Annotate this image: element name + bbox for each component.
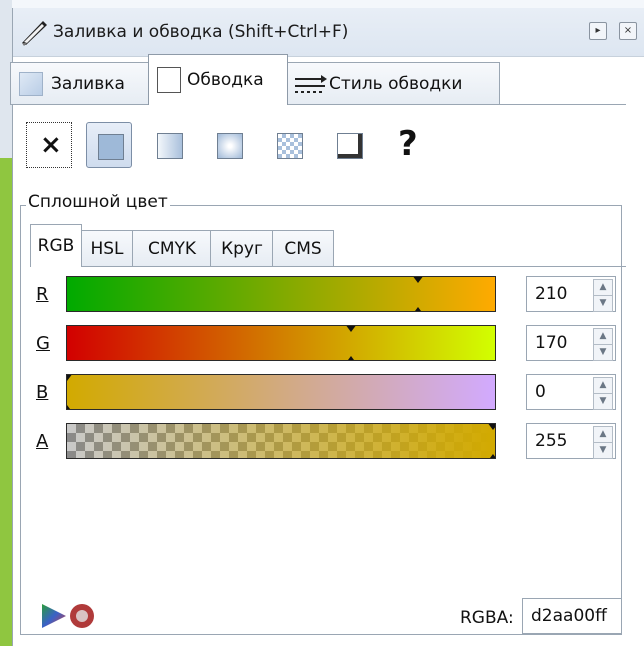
- menu-button[interactable]: ▸: [589, 22, 607, 40]
- rgba-input[interactable]: d2aa00ff: [522, 598, 622, 634]
- green-spinbox[interactable]: 170 ▲ ▼: [526, 325, 616, 361]
- radial-gradient-icon: [217, 133, 243, 159]
- spin-down-icon[interactable]: ▼: [593, 393, 613, 410]
- channel-value: 0: [535, 382, 546, 402]
- red-slider[interactable]: [66, 276, 496, 312]
- background-canvas: [0, 158, 12, 646]
- pattern-button[interactable]: [266, 122, 312, 168]
- channel-row-a: A 255 ▲ ▼: [36, 423, 616, 463]
- channel-row-g: G 170 ▲ ▼: [36, 325, 616, 365]
- alpha-spinbox[interactable]: 255 ▲ ▼: [526, 423, 616, 459]
- tab-divider: [10, 104, 626, 105]
- out-of-gamut-icon: [70, 604, 94, 628]
- channel-value: 170: [535, 333, 568, 353]
- linear-gradient-icon: [157, 133, 183, 159]
- fill-tab-icon: [19, 72, 43, 96]
- tab-label: Заливка: [51, 74, 125, 94]
- no-paint-button[interactable]: ×: [26, 122, 72, 168]
- marker-bottom-icon: [412, 307, 424, 311]
- channel-label: B: [36, 382, 49, 403]
- tab-wheel[interactable]: Круг: [210, 230, 274, 267]
- flat-color-icon: [98, 134, 124, 160]
- fill-stroke-icon: [22, 21, 47, 46]
- stroke-style-icon: [295, 75, 327, 93]
- channel-value: 255: [535, 431, 568, 451]
- window-title: Заливка и обводка (Shift+Ctrl+F): [53, 22, 349, 42]
- color-managed-icon: [42, 604, 66, 628]
- channel-label: A: [36, 431, 49, 452]
- swatch-button[interactable]: [326, 122, 372, 168]
- tab-cmyk[interactable]: CMYK: [132, 230, 212, 267]
- channel-row-r: R 210 ▲ ▼: [36, 276, 616, 316]
- spin-up-icon[interactable]: ▲: [593, 279, 613, 296]
- tab-fill[interactable]: Заливка: [10, 62, 150, 105]
- marker-top-icon: [412, 277, 424, 283]
- marker-bottom-icon: [345, 356, 357, 360]
- marker-top-icon: [345, 326, 357, 332]
- color-model-tabs: RGB HSL CMYK Круг CMS: [30, 224, 430, 268]
- rgba-label: RGBA:: [460, 608, 514, 628]
- red-spinbox[interactable]: 210 ▲ ▼: [526, 276, 616, 312]
- section-title: Сплошной цвет: [26, 192, 170, 212]
- channel-label: G: [36, 333, 50, 354]
- unset-paint-button[interactable]: ?: [386, 122, 432, 168]
- green-slider[interactable]: [66, 325, 496, 361]
- tab-stroke-paint[interactable]: Обводка: [148, 54, 288, 105]
- marker-top-icon: [487, 424, 495, 430]
- marker-bottom-icon: [487, 454, 495, 458]
- blue-slider[interactable]: [66, 374, 496, 410]
- tab-rgb[interactable]: RGB: [30, 224, 82, 267]
- unset-paint-icon: ?: [398, 124, 418, 164]
- alpha-slider[interactable]: [66, 423, 496, 459]
- spin-down-icon[interactable]: ▼: [593, 344, 613, 361]
- marker-bottom-icon: [67, 405, 73, 409]
- spin-up-icon[interactable]: ▲: [593, 328, 613, 345]
- flat-color-button[interactable]: [86, 122, 132, 168]
- channel-value: 210: [535, 284, 568, 304]
- linear-gradient-button[interactable]: [146, 122, 192, 168]
- channel-label: R: [36, 284, 49, 305]
- paint-mode-row: × ?: [26, 122, 426, 170]
- tab-stroke-style[interactable]: Стиль обводки: [286, 62, 500, 105]
- tab-hsl[interactable]: HSL: [80, 230, 134, 267]
- color-tab-divider: [30, 266, 626, 267]
- flat-color-group: [20, 205, 622, 635]
- spin-up-icon[interactable]: ▲: [593, 426, 613, 443]
- tab-cms[interactable]: CMS: [272, 230, 334, 267]
- swatch-icon: [337, 133, 363, 159]
- pattern-icon: [277, 133, 303, 159]
- radial-gradient-button[interactable]: [206, 122, 252, 168]
- marker-top-icon: [67, 375, 73, 381]
- tab-label: Стиль обводки: [329, 74, 463, 94]
- title-bar: Заливка и обводка (Shift+Ctrl+F) ▸ ×: [13, 8, 644, 57]
- tab-label: Обводка: [187, 70, 264, 90]
- spin-down-icon[interactable]: ▼: [593, 295, 613, 312]
- spin-down-icon[interactable]: ▼: [593, 442, 613, 459]
- blue-spinbox[interactable]: 0 ▲ ▼: [526, 374, 616, 410]
- stroke-tab-icon: [157, 67, 181, 93]
- dialog-tabs: Заливка Обводка Стиль обводки: [10, 54, 632, 110]
- spin-up-icon[interactable]: ▲: [593, 377, 613, 394]
- close-button[interactable]: ×: [619, 22, 637, 40]
- no-paint-icon: ×: [40, 130, 62, 160]
- channel-row-b: B 0 ▲ ▼: [36, 374, 616, 414]
